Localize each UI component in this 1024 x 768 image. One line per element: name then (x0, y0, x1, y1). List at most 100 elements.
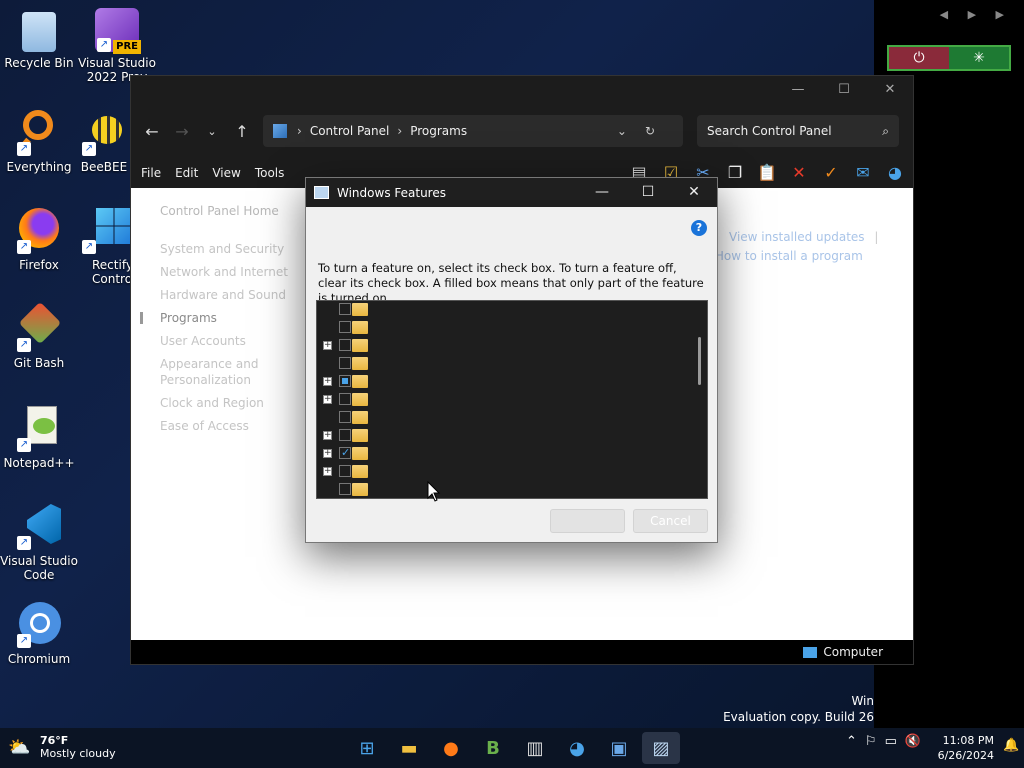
beebeep-taskbar-icon[interactable]: B (474, 732, 512, 764)
desktop-icon-everything[interactable]: ↗ Everything (0, 108, 78, 174)
minimize-icon[interactable]: — (775, 76, 821, 104)
power-icon[interactable]: ⏻ (889, 47, 949, 69)
menu-view[interactable]: View (212, 166, 240, 180)
maximize-icon[interactable]: ☐ (625, 178, 671, 207)
address-bar[interactable]: › Control Panel › Programs ⌄↻ (263, 115, 683, 147)
breadcrumb-root[interactable]: Control Panel (310, 124, 390, 138)
nav-system-security[interactable]: System and Security (160, 238, 300, 261)
feature-checkbox[interactable] (339, 393, 351, 405)
copy-icon[interactable]: ❐ (723, 162, 747, 184)
feature-checkbox[interactable] (339, 465, 351, 477)
delete-icon[interactable]: ✕ (787, 162, 811, 184)
network-icon[interactable]: ⚐ (865, 734, 877, 749)
desktop-icon-visual-studio-preview[interactable]: PRE ↗ Visual Studio 2022 Prev (78, 8, 156, 84)
desktop-icon-notepad-plus-plus[interactable]: ↗ Notepad++ (0, 404, 78, 470)
nav-clock-region[interactable]: Clock and Region (160, 392, 300, 415)
nav-ease-of-access[interactable]: Ease of Access (160, 415, 300, 438)
feature-row[interactable] (317, 409, 697, 427)
nav-appearance[interactable]: Appearance and Personalization (160, 353, 300, 392)
close-icon[interactable]: ✕ (867, 76, 913, 104)
address-dropdown-refresh-icons[interactable]: ⌄↻ (617, 124, 673, 138)
feature-row[interactable]: + (317, 445, 697, 463)
windows-features-taskbar-icon[interactable]: ▨ (642, 732, 680, 764)
feature-checkbox[interactable] (339, 321, 351, 333)
feature-checkbox[interactable] (339, 303, 351, 315)
feature-checkbox[interactable] (339, 375, 351, 387)
feature-row[interactable]: + (317, 373, 697, 391)
chevron-up-icon[interactable]: ⌃ (846, 734, 857, 749)
menu-tools[interactable]: Tools (255, 166, 285, 180)
check-icon[interactable]: ✓ (819, 162, 843, 184)
folder-icon (352, 465, 368, 478)
expand-icon[interactable]: + (323, 449, 332, 458)
close-icon[interactable]: ✕ (671, 178, 717, 207)
how-to-install-link[interactable]: How to install a program (711, 247, 878, 266)
expand-icon[interactable]: + (323, 467, 332, 476)
nav-user-accounts[interactable]: User Accounts (160, 330, 300, 353)
weather-widget[interactable]: ⛅ 76°F Mostly cloudy (8, 734, 116, 760)
notification-bell-icon[interactable]: 🔔 (1003, 738, 1019, 753)
feature-checkbox[interactable] (339, 483, 351, 495)
explorer-nav-bar: ← → ⌄ ↑ › Control Panel › Programs ⌄↻ Se… (131, 104, 913, 158)
nav-programs[interactable]: Programs (140, 307, 300, 330)
chevron-down-icon[interactable]: ⌄ (197, 125, 227, 138)
back-icon[interactable]: ← (137, 122, 167, 141)
ok-button[interactable] (550, 509, 625, 533)
feature-checkbox[interactable] (339, 446, 351, 459)
expand-icon[interactable]: + (323, 395, 332, 404)
app-taskbar-icon[interactable]: ◕ (558, 732, 596, 764)
feature-row[interactable]: + (317, 463, 697, 481)
file-explorer-icon[interactable]: ▬ (390, 732, 428, 764)
breadcrumb-current[interactable]: Programs (410, 124, 467, 138)
globe-icon[interactable]: ◕ (883, 162, 907, 184)
display-icon[interactable]: ▭ (885, 734, 897, 749)
mail-icon[interactable]: ✉ (851, 162, 875, 184)
menu-edit[interactable]: Edit (175, 166, 198, 180)
paste-icon[interactable]: 📋 (755, 162, 779, 184)
view-installed-updates-link[interactable]: View installed updates | (711, 228, 878, 247)
taskbar-clock[interactable]: 11:08 PM 6/26/2024 (936, 733, 994, 763)
nav-network-internet[interactable]: Network and Internet (160, 261, 300, 284)
firefox-taskbar-icon[interactable]: ● (432, 732, 470, 764)
feature-row[interactable] (317, 319, 697, 337)
feature-row[interactable]: + (317, 391, 697, 409)
feature-row[interactable] (317, 481, 697, 498)
desktop-icon-beebeep[interactable]: ↗ BeeBEE (78, 108, 130, 174)
volume-mute-icon[interactable]: 🔇 (905, 734, 921, 749)
maximize-icon[interactable]: ☐ (821, 76, 867, 104)
nav-hardware-sound[interactable]: Hardware and Sound (160, 284, 300, 307)
feature-row[interactable]: + (317, 337, 697, 355)
desktop-icon-git-bash[interactable]: ↗ Git Bash (0, 301, 78, 370)
desktop-icon-vscode[interactable]: ↗ Visual Studio Code (0, 502, 78, 582)
up-icon[interactable]: ↑ (227, 122, 257, 141)
help-icon[interactable]: ? (691, 220, 707, 236)
forward-icon[interactable]: → (167, 122, 197, 141)
start-icon[interactable]: ⊞ (348, 732, 386, 764)
expand-icon[interactable]: + (323, 341, 332, 350)
expand-icon[interactable]: + (323, 377, 332, 386)
desktop-icon-recycle-bin[interactable]: Recycle Bin (0, 10, 78, 70)
loading-icon[interactable]: ✳ (949, 47, 1009, 69)
feature-checkbox[interactable] (339, 339, 351, 351)
notepad-taskbar-icon[interactable]: ▥ (516, 732, 554, 764)
feature-row[interactable] (317, 301, 697, 319)
desktop-icon-rectify11[interactable]: ↗ Rectify Contro (78, 206, 130, 286)
expand-icon[interactable]: + (323, 431, 332, 440)
minimize-icon[interactable]: — (579, 178, 625, 207)
tree-scrollbar[interactable] (698, 337, 701, 385)
menu-file[interactable]: File (141, 166, 161, 180)
feature-row[interactable]: + (317, 427, 697, 445)
feature-checkbox[interactable] (339, 357, 351, 369)
desktop-icon-chromium[interactable]: ↗ Chromium (0, 600, 78, 666)
control-panel-home-link[interactable]: Control Panel Home (160, 204, 300, 218)
cancel-button[interactable]: Cancel (633, 509, 708, 533)
search-input[interactable]: Search Control Panel ⌕ (697, 115, 899, 147)
feature-checkbox[interactable] (339, 411, 351, 423)
feature-row[interactable] (317, 355, 697, 373)
features-tree[interactable]: + + + + + + (316, 300, 708, 499)
feature-checkbox[interactable] (339, 429, 351, 441)
chromium-icon: ↗ (15, 600, 63, 648)
widget-nav-arrows[interactable]: ◀ ▶ ▶ (940, 8, 1012, 21)
desktop-icon-firefox[interactable]: ↗ Firefox (0, 206, 78, 272)
control-panel-taskbar-icon[interactable]: ▣ (600, 732, 638, 764)
